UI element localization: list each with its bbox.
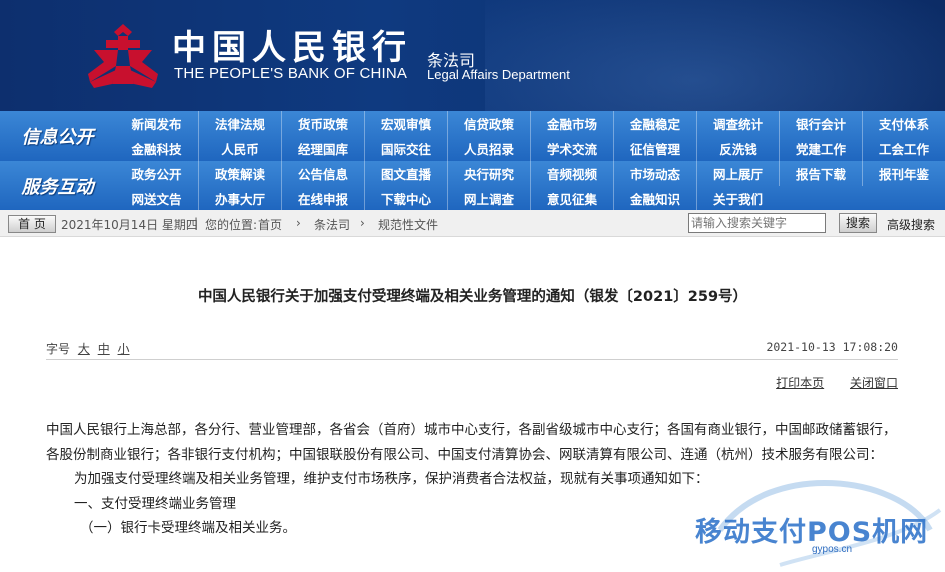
nav-item[interactable]: 调查统计 — [696, 111, 779, 136]
font-size-small[interactable]: 小 — [118, 342, 130, 356]
paragraph: 中国人民银行上海总部，各分行、营业管理部，各省会（首府）城市中心支行，各副省级城… — [46, 422, 897, 463]
nav-item[interactable]: 公告信息 — [281, 161, 364, 186]
location-label: 您的位置: — [205, 218, 258, 232]
watermark: 移动支付POS机网 gypos.cn — [600, 470, 945, 572]
advanced-search-link[interactable]: 高级搜索 — [887, 216, 935, 233]
nav-item[interactable]: 金融市场 — [530, 111, 613, 136]
nav-item[interactable]: 反洗钱 — [696, 136, 779, 161]
nav-item[interactable]: 报刊年鉴 — [862, 161, 945, 186]
breadcrumb-normative-docs[interactable]: 规范性文件 — [378, 216, 438, 233]
font-size-selector: 字号 大 中 小 — [46, 340, 130, 357]
bank-name-cn: 中国人民银行 — [172, 28, 412, 68]
nav-row: 新闻发布 法律法规 货币政策 宏观审慎 信贷政策 金融市场 金融稳定 调查统计 … — [115, 111, 945, 136]
nav-group-label: 服务互动 — [21, 176, 94, 198]
nav-item[interactable]: 金融稳定 — [613, 111, 696, 136]
nav-item[interactable]: 经理国库 — [281, 136, 364, 161]
publish-datetime: 2021-10-13 17:08:20 — [766, 340, 898, 354]
article-title: 中国人民银行关于加强支付受理终端及相关业务管理的通知（银发〔2021〕259号） — [197, 289, 748, 305]
font-size-medium[interactable]: 中 — [98, 342, 110, 356]
nav-row: 网送文告 办事大厅 在线申报 下载中心 网上调查 意见征集 金融知识 关于我们 — [115, 186, 945, 211]
nav-item[interactable]: 货币政策 — [281, 111, 364, 136]
nav-item[interactable]: 意见征集 — [530, 186, 613, 211]
article-actions: 打印本页 关闭窗口 — [754, 374, 898, 391]
bank-name-en: THE PEOPLE'S BANK OF CHINA — [174, 65, 408, 82]
nav-row: 金融科技 人民币 经理国库 国际交往 人员招录 学术交流 征信管理 反洗钱 党建… — [115, 136, 945, 161]
chevron-right-icon: › — [296, 216, 301, 230]
nav-item[interactable]: 在线申报 — [281, 186, 364, 211]
nav-item[interactable]: 政策解读 — [198, 161, 281, 186]
nav-item[interactable]: 宏观审慎 — [364, 111, 447, 136]
nav-item[interactable]: 网送文告 — [115, 186, 198, 211]
nav-item[interactable]: 关于我们 — [696, 186, 779, 211]
font-size-large[interactable]: 大 — [78, 342, 90, 356]
nav-item[interactable]: 人员招录 — [447, 136, 530, 161]
nav-item[interactable]: 信贷政策 — [447, 111, 530, 136]
home-button[interactable]: 首 页 — [8, 215, 56, 233]
nav-item[interactable]: 市场动态 — [613, 161, 696, 186]
nav-item[interactable]: 支付体系 — [862, 111, 945, 136]
nav-group-label: 信息公开 — [21, 127, 94, 148]
nav-item[interactable]: 工会工作 — [862, 136, 945, 161]
nav-item[interactable]: 法律法规 — [198, 111, 281, 136]
nav-row: 政务公开 政策解读 公告信息 图文直播 央行研究 音频视频 市场动态 网上展厅 … — [115, 161, 945, 186]
nav-group-info: 信息公开 新闻发布 法律法规 货币政策 宏观审慎 信贷政策 金融市场 金融稳定 … — [0, 111, 945, 161]
pboc-logo-icon[interactable] — [86, 22, 160, 88]
search-input[interactable] — [688, 213, 826, 233]
nav-group-service: 服务互动 政务公开 政策解读 公告信息 图文直播 央行研究 音频视频 市场动态 … — [0, 161, 945, 211]
nav-item[interactable]: 音频视频 — [530, 161, 613, 186]
chevron-right-icon: › — [360, 216, 365, 230]
nav-item[interactable]: 党建工作 — [779, 136, 862, 161]
nav-item[interactable]: 央行研究 — [447, 161, 530, 186]
font-size-label: 字号 — [46, 342, 71, 356]
site-header: 中国人民银行 THE PEOPLE'S BANK OF CHINA 条法司 Le… — [0, 0, 945, 111]
nav-item[interactable]: 网上调查 — [447, 186, 530, 211]
nav-item[interactable]: 金融知识 — [613, 186, 696, 211]
article-meta: 字号 大 中 小 2021-10-13 17:08:20 — [46, 334, 898, 360]
main-navigation: 信息公开 新闻发布 法律法规 货币政策 宏观审慎 信贷政策 金融市场 金融稳定 … — [0, 111, 945, 211]
nav-item[interactable]: 网上展厅 — [696, 161, 779, 186]
breadcrumb-bar: 首 页 2021年10月14日 星期四 | 您的位置: 首页 › 条法司 › 规… — [0, 210, 945, 237]
nav-item[interactable]: 银行会计 — [779, 111, 862, 136]
nav-item[interactable]: 征信管理 — [613, 136, 696, 161]
nav-item[interactable]: 人民币 — [198, 136, 281, 161]
breadcrumb-home[interactable]: 首页 — [258, 216, 282, 233]
nav-item[interactable]: 下载中心 — [364, 186, 447, 211]
nav-item[interactable]: 图文直播 — [364, 161, 447, 186]
separator: | — [194, 216, 199, 230]
nav-item[interactable]: 学术交流 — [530, 136, 613, 161]
nav-item[interactable]: 政务公开 — [115, 161, 198, 186]
current-date: 2021年10月14日 星期四 — [61, 218, 198, 232]
watermark-url: gypos.cn — [812, 544, 853, 555]
print-link[interactable]: 打印本页 — [776, 376, 824, 390]
nav-item[interactable]: 国际交往 — [364, 136, 447, 161]
department-name-en: Legal Affairs Department — [427, 67, 570, 82]
nav-item[interactable]: 办事大厅 — [198, 186, 281, 211]
nav-item[interactable]: 报告下载 — [779, 161, 862, 186]
close-window-link[interactable]: 关闭窗口 — [850, 376, 898, 390]
nav-item[interactable]: 金融科技 — [115, 136, 198, 161]
search-button[interactable]: 搜索 — [839, 213, 877, 233]
nav-item[interactable]: 新闻发布 — [115, 111, 198, 136]
breadcrumb-department[interactable]: 条法司 — [314, 216, 350, 233]
header-glow — [485, 0, 945, 111]
